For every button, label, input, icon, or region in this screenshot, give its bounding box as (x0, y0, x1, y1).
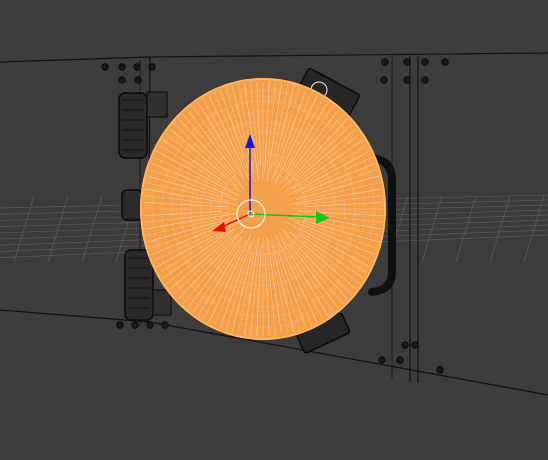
bolt (380, 76, 388, 84)
bolt (421, 58, 429, 66)
bolt (148, 63, 156, 71)
bolt (146, 321, 154, 329)
bolt (381, 58, 389, 66)
bolt (436, 366, 444, 374)
hinge-middle-body (121, 189, 143, 221)
hinge-middle[interactable] (121, 189, 143, 221)
bolt (116, 321, 124, 329)
bolt (118, 63, 126, 71)
bolt (134, 76, 142, 84)
hinge-top-plate (146, 91, 168, 118)
disc-mesh[interactable] (140, 78, 386, 340)
bolt (101, 63, 109, 71)
bolt (401, 341, 409, 349)
bolt (118, 76, 126, 84)
bolt (411, 341, 419, 349)
bolt (403, 76, 411, 84)
viewport-canvas[interactable] (0, 0, 548, 460)
bolt (421, 76, 429, 84)
grid-line (47, 195, 69, 263)
3d-viewport[interactable] (0, 0, 548, 460)
grid-line (455, 195, 477, 263)
bolt (441, 58, 449, 66)
bolt (378, 356, 386, 364)
bolt (396, 356, 404, 364)
bolt (403, 58, 411, 66)
bolt (133, 63, 141, 71)
grid-line (13, 195, 35, 263)
bolt (161, 321, 169, 329)
grid-line (489, 195, 511, 263)
bolt (131, 321, 139, 329)
hinge-bottom-plate (152, 289, 172, 316)
hinge-bottom-body (124, 249, 154, 321)
hinge-top-body (118, 92, 148, 159)
